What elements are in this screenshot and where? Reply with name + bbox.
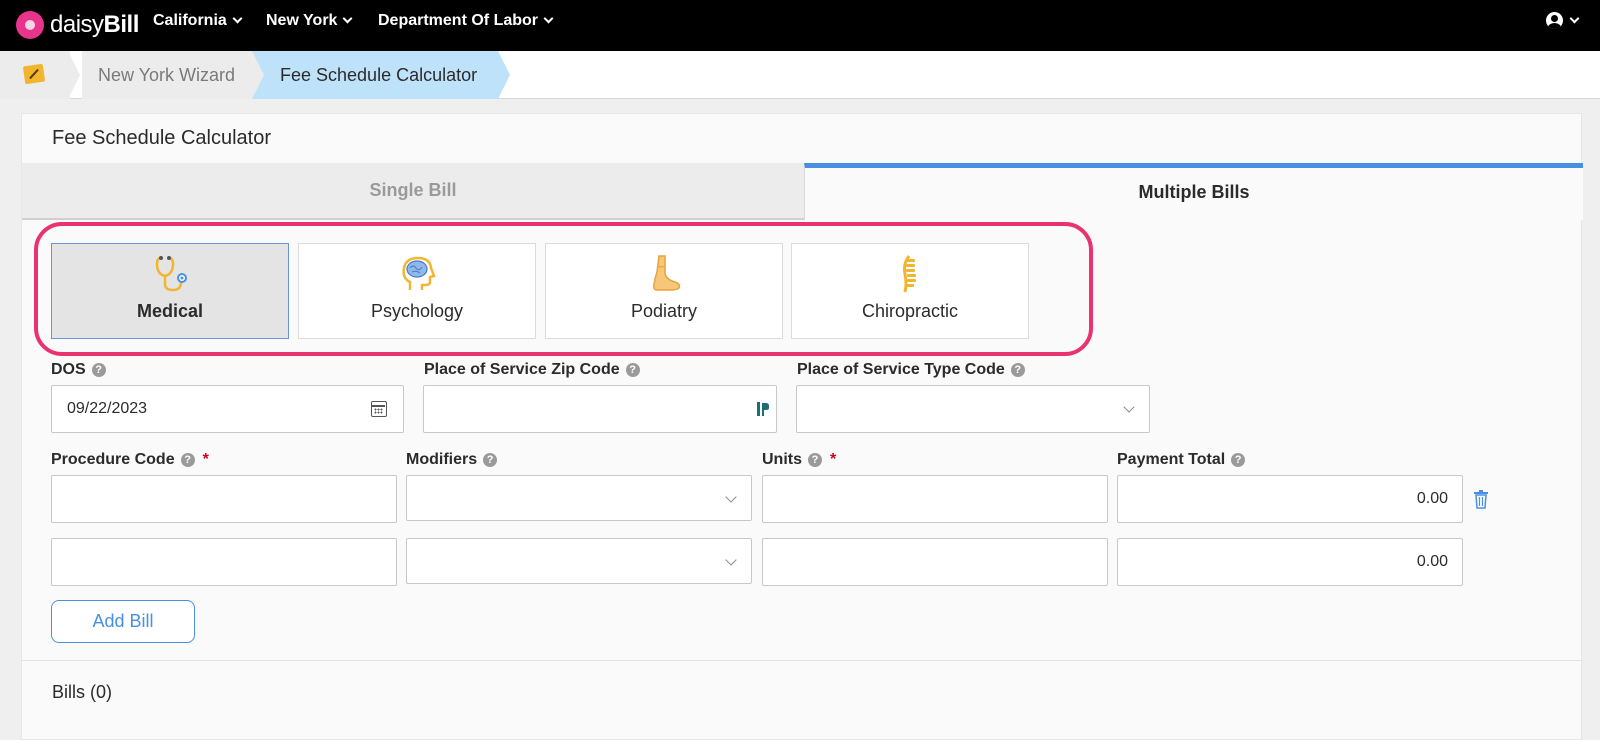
dos-date-input[interactable]: 09/22/2023 <box>51 385 404 433</box>
chevron-down-icon <box>725 554 737 566</box>
payment-total-label-text: Payment Total <box>1117 451 1226 468</box>
divider <box>22 660 1583 661</box>
modifiers-select[interactable] <box>406 538 752 584</box>
modifiers-label-text: Modifiers <box>406 451 478 468</box>
help-icon[interactable]: ? <box>483 453 498 467</box>
payment-total-value: 0.00 <box>1416 490 1448 507</box>
zip-code-label: Place of Service Zip Code? <box>424 361 640 379</box>
add-bill-button[interactable]: Add Bill <box>51 600 195 643</box>
procedure-code-input[interactable] <box>51 538 397 586</box>
nav-menu-label: New York <box>266 12 338 29</box>
units-label: Units? * <box>762 451 836 469</box>
breadcrumb-new-york-wizard[interactable]: New York Wizard <box>82 51 252 99</box>
tab-single-bill[interactable]: Single Bill <box>22 163 804 220</box>
chevron-down-icon <box>543 13 554 24</box>
units-input[interactable] <box>762 475 1108 523</box>
user-icon <box>1546 12 1563 29</box>
foot-icon <box>653 255 681 291</box>
zip-code-label-text: Place of Service Zip Code <box>424 361 620 378</box>
breadcrumb-separator <box>68 51 80 99</box>
nav-menu-label: Department Of Labor <box>378 12 539 29</box>
help-icon[interactable]: ? <box>808 453 822 467</box>
chevron-down-icon <box>342 13 353 24</box>
payment-total-label: Payment Total? <box>1117 451 1246 469</box>
nav-menu-new-york[interactable]: New York <box>266 0 353 42</box>
chevron-down-icon <box>725 491 737 503</box>
calculator-card: Fee Schedule Calculator Single Bill Mult… <box>21 113 1583 740</box>
discipline-label: Podiatry <box>630 301 698 321</box>
nav-menu-california[interactable]: California <box>153 0 243 42</box>
breadcrumb: New York Wizard Fee Schedule Calculator <box>0 51 1600 99</box>
modifiers-select[interactable] <box>406 475 752 521</box>
procedure-code-label: Procedure Code? * <box>51 451 209 469</box>
tab-multiple-bills[interactable]: Multiple Bills <box>804 163 1583 220</box>
discipline-psychology-button[interactable]: Psychology <box>298 243 536 339</box>
daisybill-logo[interactable]: daisyBill <box>16 8 139 42</box>
procedure-code-label-text: Procedure Code <box>51 451 175 468</box>
daisy-flower-icon <box>16 11 44 39</box>
pos-type-code-label: Place of Service Type Code? <box>797 361 1025 379</box>
stethoscope-icon <box>155 256 187 292</box>
discipline-label: Medical <box>136 301 204 321</box>
discipline-medical-button[interactable]: Medical <box>51 243 289 339</box>
bills-count: Bills (0) <box>52 682 113 702</box>
dos-label: DOS? <box>51 361 106 379</box>
pos-type-code-label-text: Place of Service Type Code <box>797 361 1005 378</box>
spine-icon <box>903 255 916 293</box>
help-icon[interactable]: ? <box>625 363 640 377</box>
nav-menu-department-of-labor[interactable]: Department Of Labor <box>378 0 554 42</box>
breadcrumb-separator <box>498 51 510 99</box>
discipline-podiatry-button[interactable]: Podiatry <box>545 243 783 339</box>
help-icon[interactable]: ? <box>1231 453 1246 467</box>
page-title: Fee Schedule Calculator <box>52 127 272 149</box>
dos-value: 09/22/2023 <box>67 400 148 417</box>
discipline-label: Psychology <box>370 301 464 321</box>
dos-label-text: DOS <box>51 361 86 378</box>
chevron-down-icon <box>232 13 243 24</box>
required-marker: * <box>830 451 837 468</box>
user-menu[interactable] <box>1546 12 1580 29</box>
breadcrumb-home[interactable] <box>0 51 70 99</box>
top-nav: daisyBill California New York Department… <box>0 0 1600 51</box>
discipline-chiropractic-button[interactable]: Chiropractic <box>791 243 1029 339</box>
zip-code-input[interactable] <box>423 385 777 433</box>
logo-text: daisyBill <box>50 11 139 38</box>
procedure-code-input[interactable] <box>51 475 397 523</box>
chevron-down-icon <box>1123 401 1135 413</box>
payment-total-input[interactable]: 0.00 <box>1117 475 1463 523</box>
payment-total-input[interactable]: 0.00 <box>1117 538 1463 586</box>
nav-menu-label: California <box>153 12 227 29</box>
trash-icon[interactable] <box>1473 489 1489 509</box>
brain-head-icon <box>402 256 436 290</box>
required-marker: * <box>202 451 209 468</box>
modifiers-label: Modifiers? <box>406 451 498 469</box>
discipline-label: Chiropractic <box>861 301 959 321</box>
units-label-text: Units <box>762 451 802 468</box>
pencil-notepad-icon <box>22 63 46 85</box>
calendar-icon[interactable] <box>371 401 387 417</box>
help-icon[interactable]: ? <box>1010 363 1025 377</box>
units-input[interactable] <box>762 538 1108 586</box>
breadcrumb-separator <box>252 51 264 99</box>
help-icon[interactable]: ? <box>91 363 106 377</box>
pos-type-code-select[interactable] <box>796 385 1150 433</box>
payment-total-value: 0.00 <box>1416 553 1448 570</box>
help-icon[interactable]: ? <box>180 453 195 467</box>
breadcrumb-fee-schedule-calculator: Fee Schedule Calculator <box>252 51 498 99</box>
chevron-down-icon <box>1569 13 1580 23</box>
zip-lookup-icon[interactable] <box>756 400 770 418</box>
